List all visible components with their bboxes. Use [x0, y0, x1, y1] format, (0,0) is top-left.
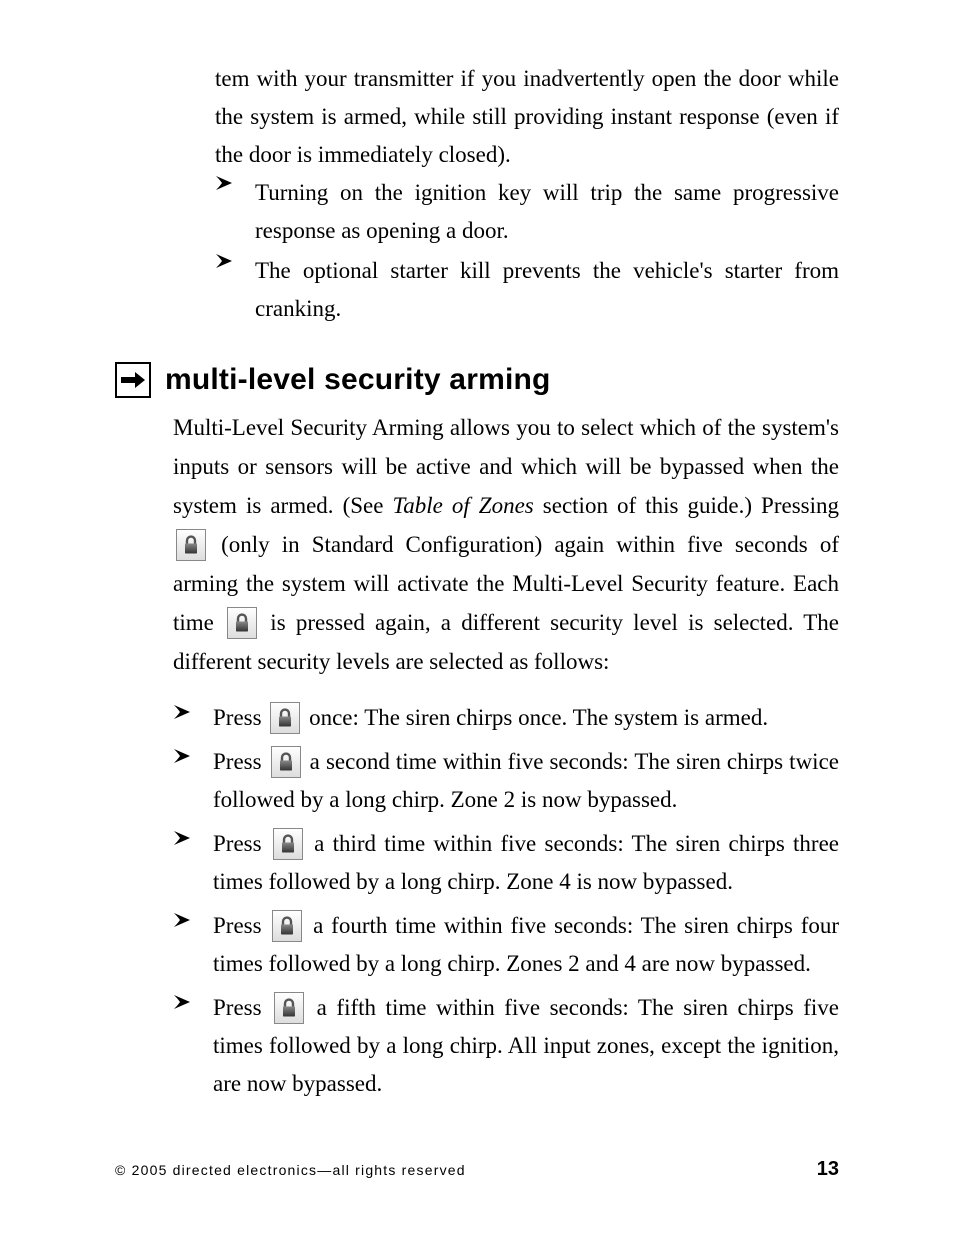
section-paragraph: Multi-Level Security Arming allows you t…	[173, 408, 839, 682]
step-post: a third time within five seconds: The si…	[213, 831, 839, 894]
arrowhead-right-icon	[173, 829, 191, 847]
page-number: 13	[817, 1158, 839, 1181]
step-item: Press a second time within five seconds:…	[173, 743, 839, 819]
arrowhead-right-icon	[215, 252, 237, 270]
arrowhead-right-icon	[215, 174, 237, 192]
lock-button-icon	[176, 529, 206, 561]
lock-button-icon	[274, 992, 304, 1024]
step-item: Press once: The siren chirps once. The s…	[173, 699, 839, 737]
para-text: section of this guide.) Pressing	[534, 493, 839, 518]
lock-button-icon	[270, 702, 300, 734]
section-title: multi-level security arming	[165, 363, 551, 397]
section-heading-row: multi-level security arming	[115, 362, 839, 398]
lock-button-icon	[271, 746, 301, 778]
continuation-block: tem with your transmitter if you inadver…	[215, 60, 839, 328]
page-footer: © 2005 directed electronics—all rights r…	[115, 1158, 839, 1181]
lock-button-icon	[272, 910, 302, 942]
step-pre: Press	[213, 705, 267, 730]
step-pre: Press	[213, 995, 271, 1020]
para-text: is pressed again, a different security l…	[173, 610, 839, 674]
steps-list: Press once: The siren chirps once. The s…	[173, 699, 839, 1102]
bullet-item: Turning on the ignition key will trip th…	[215, 174, 839, 250]
lock-button-icon	[227, 607, 257, 639]
step-item: Press a fourth time within five seconds:…	[173, 907, 839, 983]
para-italic: Table of Zones	[393, 493, 534, 518]
arrowhead-right-icon	[173, 993, 191, 1011]
arrowhead-right-icon	[173, 703, 191, 721]
footer-copyright: © 2005 directed electronics—all rights r…	[115, 1162, 466, 1178]
continuation-bullets: Turning on the ignition key will trip th…	[215, 174, 839, 328]
arrow-right-box-icon	[115, 362, 151, 398]
bullet-text: Turning on the ignition key will trip th…	[255, 180, 839, 243]
bullet-text: The optional starter kill prevents the v…	[255, 258, 839, 321]
arrowhead-right-icon	[173, 911, 191, 929]
step-item: Press a third time within five seconds: …	[173, 825, 839, 901]
step-item: Press a fifth time within five seconds: …	[173, 989, 839, 1103]
step-pre: Press	[213, 749, 268, 774]
step-post: a fifth time within five seconds: The si…	[213, 995, 839, 1096]
step-post: a fourth time within five seconds: The s…	[213, 913, 839, 976]
step-post: a second time within five seconds: The s…	[213, 749, 839, 812]
arrowhead-right-icon	[173, 747, 191, 765]
step-pre: Press	[213, 913, 269, 938]
lock-button-icon	[273, 828, 303, 860]
continuation-paragraph: tem with your transmitter if you inadver…	[215, 60, 839, 174]
step-post: once: The siren chirps once. The system …	[303, 705, 768, 730]
section-multi-level-security: multi-level security arming Multi-Level …	[115, 362, 839, 1103]
bullet-item: The optional starter kill prevents the v…	[215, 252, 839, 328]
page: tem with your transmitter if you inadver…	[0, 0, 954, 1235]
step-pre: Press	[213, 831, 270, 856]
